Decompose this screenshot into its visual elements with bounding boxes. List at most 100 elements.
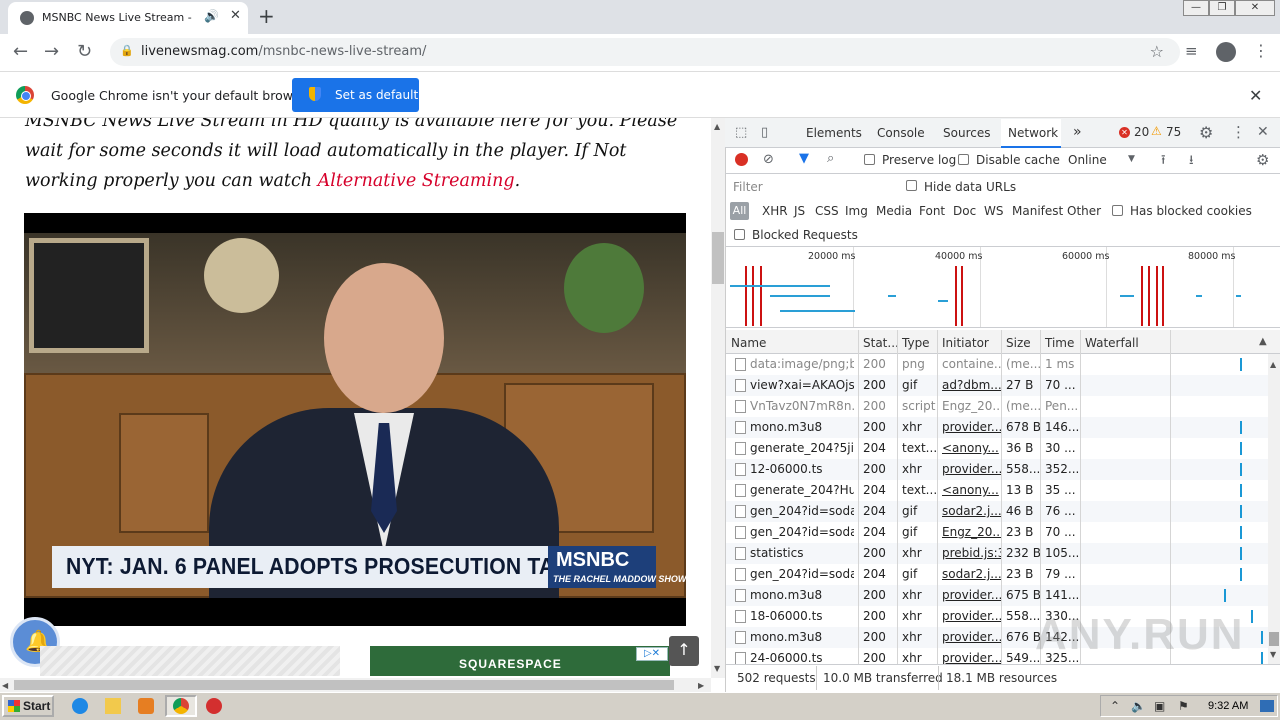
cell-initiator[interactable]: sodar2.j... <box>942 504 1002 518</box>
adchoices-icon[interactable]: ▷✕ <box>636 647 668 661</box>
filter-media[interactable]: Media <box>876 204 912 218</box>
tab-console[interactable]: Console <box>877 126 925 140</box>
request-list-scrollbar[interactable] <box>1268 354 1280 664</box>
cell-initiator[interactable]: Engz_20... <box>942 525 1002 539</box>
import-har-icon[interactable]: ⭱ <box>1161 151 1166 173</box>
disable-cache-checkbox[interactable] <box>958 154 969 165</box>
request-row[interactable]: gen_204?id=soda... 204 gif sodar2.j... 46 B 7… <box>726 501 1268 522</box>
list-scroll-down-icon[interactable]: ▼ <box>1270 650 1276 659</box>
request-row[interactable]: mono.m3u8 200 xhr provider... 678 B 146... <box>726 417 1268 438</box>
error-icon[interactable]: ✕ <box>1119 127 1130 138</box>
network-icon[interactable]: ▣ <box>1154 699 1165 713</box>
cell-initiator[interactable]: provider... <box>942 462 1002 476</box>
filter-img[interactable]: Img <box>845 204 868 218</box>
request-row[interactable]: VnTavz0N7mR8n... 200 script Engz_20... (me..… <box>726 396 1268 417</box>
request-row[interactable]: 12-06000.ts 200 xhr provider... 558... 352... <box>726 459 1268 480</box>
list-scroll-up-icon[interactable]: ▲ <box>1270 360 1276 369</box>
record-icon[interactable] <box>735 153 748 166</box>
flag-icon[interactable]: ⚑ <box>1178 699 1189 713</box>
col-time[interactable]: Time <box>1045 336 1074 350</box>
cell-initiator[interactable]: containe... <box>942 357 1002 371</box>
start-button[interactable]: Start <box>2 695 54 717</box>
cell-initiator[interactable]: sodar2.j... <box>942 567 1002 581</box>
clear-icon[interactable]: ⊘ <box>763 152 774 167</box>
cell-initiator[interactable]: provider... <box>942 609 1002 623</box>
media-player-icon[interactable] <box>138 698 154 714</box>
reload-icon[interactable]: ↻ <box>77 41 92 62</box>
cell-initiator[interactable]: <anony... <box>942 483 1002 497</box>
media-queue-icon[interactable]: ≡ <box>1185 42 1198 60</box>
col-status[interactable]: Stat... <box>863 336 899 350</box>
request-list-scroll-thumb[interactable] <box>1269 632 1279 646</box>
bookmark-star-icon[interactable]: ☆ <box>1150 42 1164 61</box>
blocked-requests-checkbox[interactable] <box>734 229 745 240</box>
col-waterfall[interactable]: Waterfall <box>1085 336 1139 350</box>
cell-initiator[interactable]: provider... <box>942 651 1002 664</box>
tab-network[interactable]: Network <box>1008 126 1058 140</box>
devtools-close-icon[interactable]: ✕ <box>1257 124 1269 140</box>
ad-banner-left[interactable] <box>40 646 340 676</box>
sort-up-icon[interactable]: ▲ <box>1259 336 1267 347</box>
export-har-icon[interactable]: ⭳ <box>1189 151 1194 173</box>
warning-icon[interactable]: ⚠ <box>1151 124 1162 138</box>
filter-js[interactable]: JS <box>794 204 805 218</box>
col-size[interactable]: Size <box>1006 336 1031 350</box>
tab-close-icon[interactable]: ✕ <box>230 8 241 23</box>
request-row[interactable]: gen_204?id=soda... 204 gif Engz_20... 23 B 70… <box>726 522 1268 543</box>
scroll-up-arrow-icon[interactable]: ▲ <box>714 122 720 131</box>
window-close-button[interactable]: ✕ <box>1235 0 1275 16</box>
request-row[interactable]: generate_204?Hu... 204 text... <anony... 13 … <box>726 480 1268 501</box>
new-tab-button[interactable]: + <box>258 4 275 28</box>
cell-initiator[interactable]: provider... <box>942 420 1002 434</box>
tab-sources[interactable]: Sources <box>943 126 990 140</box>
request-row[interactable]: gen_204?id=soda... 204 gif sodar2.j... 23 B 7… <box>726 564 1268 585</box>
scroll-to-top-button[interactable]: ↑ <box>669 636 699 666</box>
scroll-left-arrow-icon[interactable]: ◀ <box>2 681 8 690</box>
page-vertical-scrollbar[interactable] <box>711 118 725 678</box>
inspect-element-icon[interactable]: ⬚ <box>735 125 747 140</box>
browser-tab[interactable]: MSNBC News Live Stream - MSNBC 🔊 ✕ <box>8 2 248 34</box>
tab-elements[interactable]: Elements <box>806 126 862 140</box>
network-settings-icon[interactable]: ⚙ <box>1256 151 1269 169</box>
filter-ws[interactable]: WS <box>984 204 1003 218</box>
filter-all-button[interactable]: All <box>730 202 749 220</box>
chevron-down-icon[interactable]: ▼ <box>1128 154 1135 164</box>
settings-gear-icon[interactable]: ⚙ <box>1199 123 1213 142</box>
scroll-right-arrow-icon[interactable]: ▶ <box>698 681 704 690</box>
page-hscroll-thumb[interactable] <box>14 680 674 690</box>
hide-data-urls-checkbox[interactable] <box>906 180 917 191</box>
volume-icon[interactable]: 🔈 <box>1131 699 1146 713</box>
profile-avatar-icon[interactable] <box>1216 42 1236 62</box>
filter-css[interactable]: CSS <box>815 204 839 218</box>
more-tabs-icon[interactable]: » <box>1073 124 1082 140</box>
cell-initiator[interactable]: <anony... <box>942 441 1002 455</box>
video-frame[interactable] <box>24 233 686 598</box>
security-alert-icon[interactable] <box>206 698 222 714</box>
page-scroll-thumb[interactable] <box>712 232 724 284</box>
device-toolbar-icon[interactable]: ▯ <box>761 125 768 140</box>
maximize-button[interactable]: ❐ <box>1209 0 1235 16</box>
show-desktop-icon[interactable] <box>1260 700 1274 712</box>
throttling-select[interactable]: Online <box>1068 153 1107 167</box>
filter-xhr[interactable]: XHR <box>762 204 788 218</box>
address-bar[interactable]: 🔒 livenewsmag.com/msnbc-news-live-stream… <box>110 38 1180 66</box>
preserve-log-checkbox[interactable] <box>864 154 875 165</box>
tray-expand-icon[interactable]: ⌃ <box>1110 699 1120 713</box>
back-arrow-icon[interactable]: ← <box>13 41 28 62</box>
forward-arrow-icon[interactable]: → <box>44 41 59 62</box>
speaker-icon[interactable]: 🔊 <box>204 9 219 23</box>
request-row[interactable]: generate_204?5ji... 204 text... <anony... 36… <box>726 438 1268 459</box>
cell-initiator[interactable]: ad?dbm... <box>942 378 1002 392</box>
cell-initiator[interactable]: Engz_20... <box>942 399 1002 413</box>
request-row[interactable]: data:image/png;b... 200 png containe... (me.… <box>726 354 1268 375</box>
folder-icon[interactable] <box>105 698 121 714</box>
filter-funnel-icon[interactable]: ▼ <box>799 151 809 166</box>
filter-doc[interactable]: Doc <box>953 204 976 218</box>
alternative-streaming-link[interactable]: Alternative Streaming <box>318 171 515 191</box>
minimize-button[interactable]: — <box>1183 0 1209 16</box>
request-row[interactable]: view?xai=AKAOjs... 200 gif ad?dbm... 27 B 70 … <box>726 375 1268 396</box>
infobar-close-icon[interactable]: ✕ <box>1249 86 1262 105</box>
col-type[interactable]: Type <box>902 336 930 350</box>
kebab-menu-icon[interactable]: ⋮ <box>1253 41 1269 60</box>
request-row[interactable]: statistics 200 xhr prebid.js:3 232 B 105... <box>726 543 1268 564</box>
